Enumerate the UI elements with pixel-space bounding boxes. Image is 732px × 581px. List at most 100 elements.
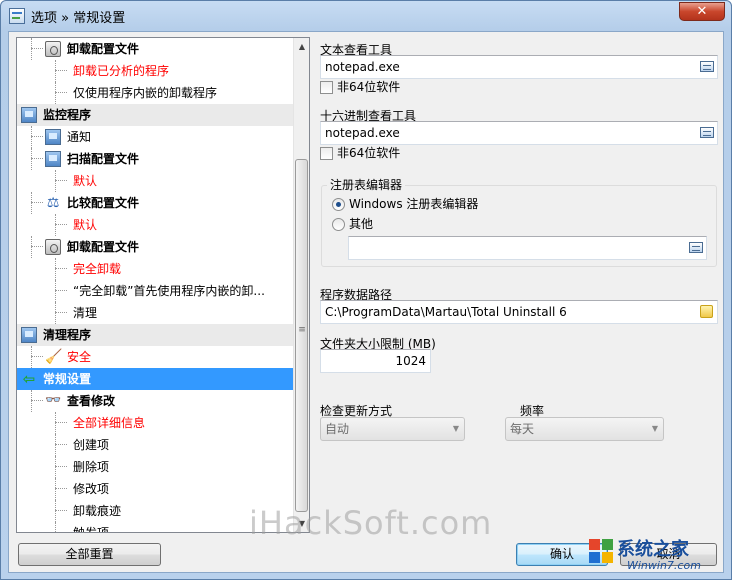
hex-viewer-input[interactable]: notepad.exe <box>320 121 718 145</box>
close-button[interactable]: ✕ <box>679 2 725 21</box>
tree-items: 卸载配置文件 卸载已分析的程序 仅使用程序内嵌的卸载程序 监控程序 通知 扫描配置文件 默认… <box>17 38 294 533</box>
radio-label: Windows 注册表编辑器 <box>349 197 479 211</box>
tree-item[interactable]: 全部详细信息 <box>17 412 294 434</box>
tree-connector <box>55 532 67 533</box>
options-tree[interactable]: 卸载配置文件 卸载已分析的程序 仅使用程序内嵌的卸载程序 监控程序 通知 扫描配置文件 默认… <box>16 37 310 533</box>
tree-item[interactable]: 通知 <box>17 126 294 148</box>
tree-item[interactable]: 删除项 <box>17 456 294 478</box>
radio-label: 其他 <box>349 217 374 231</box>
folder-icon[interactable] <box>700 305 713 318</box>
tree-item[interactable]: ⚖ 比较配置文件 <box>17 192 294 214</box>
tree-item-label: 卸载配置文件 <box>67 42 140 56</box>
tree-connector <box>55 488 67 489</box>
folder-limit-input[interactable]: 1024 <box>320 349 431 373</box>
tree-connector <box>31 346 32 368</box>
tree-item[interactable]: 扫描配置文件 <box>17 148 294 170</box>
recycle-bin-icon <box>45 41 61 57</box>
text-viewer-value: notepad.exe <box>325 60 400 74</box>
hex-viewer-value: notepad.exe <box>325 126 400 140</box>
tree-connector <box>55 510 67 511</box>
tree-item[interactable]: 默认 <box>17 170 294 192</box>
tree-connector <box>31 158 43 159</box>
tree-item[interactable]: 创建项 <box>17 434 294 456</box>
tree-connector <box>55 466 67 467</box>
tree-item-label: 触发项 <box>73 526 110 533</box>
browse-icon[interactable] <box>700 127 714 138</box>
app-icon <box>9 8 25 24</box>
tree-item[interactable]: 清理程序 <box>17 324 294 346</box>
tree-connector <box>55 434 56 456</box>
tree-item[interactable]: 👓 查看修改 <box>17 390 294 412</box>
text-viewer-32bit-checkbox[interactable]: 非64位软件 <box>320 79 440 95</box>
registry-windows-radio[interactable]: Windows 注册表编辑器 <box>332 196 512 212</box>
tree-item[interactable]: 仅使用程序内嵌的卸载程序 <box>17 82 294 104</box>
tree-connector <box>55 280 56 302</box>
tree-connector <box>55 224 67 225</box>
tree-item-label: 默认 <box>73 174 98 188</box>
registry-other-radio[interactable]: 其他 <box>332 216 412 232</box>
broom-icon: 🧹 <box>45 349 63 365</box>
checkbox-label: 非64位软件 <box>337 146 401 160</box>
tree-item-label: 完全卸载 <box>73 262 122 276</box>
tree-item[interactable]: 卸载配置文件 <box>17 236 294 258</box>
cancel-button[interactable]: 取消 <box>620 543 717 566</box>
tree-connector <box>55 412 56 434</box>
tree-connector <box>55 258 56 280</box>
hex-viewer-32bit-checkbox[interactable]: 非64位软件 <box>320 145 440 161</box>
tree-item[interactable]: “完全卸载”首先使用程序内嵌的卸... <box>17 280 294 302</box>
tree-item[interactable]: 卸载配置文件 <box>17 38 294 60</box>
text-viewer-input[interactable]: notepad.exe <box>320 55 718 79</box>
tree-connector <box>55 500 56 522</box>
glasses-icon: 👓 <box>45 393 62 408</box>
tree-item-label: 仅使用程序内嵌的卸载程序 <box>73 86 218 100</box>
tree-connector <box>55 456 56 478</box>
browse-icon[interactable] <box>700 61 714 72</box>
title-bar[interactable]: 选项 » 常规设置 ✕ <box>1 1 731 31</box>
tree-connector <box>31 136 43 137</box>
scan-monitor-icon <box>45 151 61 167</box>
tree-item-label: 扫描配置文件 <box>67 152 140 166</box>
ok-button[interactable]: 确认 <box>516 543 608 566</box>
tree-scrollbar[interactable]: ▲ ▼ <box>293 38 309 532</box>
checkbox-box[interactable] <box>320 81 333 94</box>
tree-item-label: 安全 <box>67 350 92 364</box>
tree-connector <box>55 290 67 291</box>
tree-item[interactable]: ⇦ 常规设置 <box>17 368 294 390</box>
frequency-select[interactable]: 每天 ▼ <box>505 417 664 441</box>
chevron-down-icon: ▼ <box>651 424 658 433</box>
tree-item[interactable]: 清理 <box>17 302 294 324</box>
tree-item[interactable]: 修改项 <box>17 478 294 500</box>
data-path-input[interactable]: C:\ProgramData\Martau\Total Uninstall 6 <box>320 300 718 324</box>
scroll-thumb[interactable] <box>295 159 308 512</box>
radio-button[interactable] <box>332 218 345 231</box>
update-method-select[interactable]: 自动 ▼ <box>320 417 465 441</box>
monitor-icon <box>45 129 61 145</box>
tree-item[interactable]: 卸载已分析的程序 <box>17 60 294 82</box>
tree-item[interactable]: 🧹 安全 <box>17 346 294 368</box>
tree-item[interactable]: 完全卸载 <box>17 258 294 280</box>
tree-connector <box>31 236 32 258</box>
tree-connector <box>31 148 32 170</box>
registry-other-input[interactable] <box>348 236 707 260</box>
tree-connector <box>31 390 32 412</box>
radio-button[interactable] <box>332 198 345 211</box>
tree-connector <box>31 126 32 148</box>
tree-connector <box>31 38 32 60</box>
scroll-up-arrow-icon[interactable]: ▲ <box>294 38 309 55</box>
scroll-down-arrow-icon[interactable]: ▼ <box>294 515 309 532</box>
tree-connector <box>55 60 56 82</box>
tree-item-label: 监控程序 <box>43 108 92 122</box>
reset-all-button[interactable]: 全部重置 <box>18 543 161 566</box>
tree-connector <box>55 180 67 181</box>
tree-item[interactable]: 触发项 <box>17 522 294 533</box>
checkbox-box[interactable] <box>320 147 333 160</box>
tree-connector <box>55 302 56 324</box>
tree-item[interactable]: 监控程序 <box>17 104 294 126</box>
tree-item[interactable]: 默认 <box>17 214 294 236</box>
tree-connector <box>55 92 67 93</box>
tree-item-label: 比较配置文件 <box>67 196 140 210</box>
tree-item-label: 清理 <box>73 306 98 320</box>
options-window: 选项 » 常规设置 ✕ 卸载配置文件 卸载已分析的程序 仅使用程序内嵌的卸载程序 监控… <box>0 0 732 580</box>
tree-item[interactable]: 卸载痕迹 <box>17 500 294 522</box>
browse-icon[interactable] <box>689 242 703 253</box>
